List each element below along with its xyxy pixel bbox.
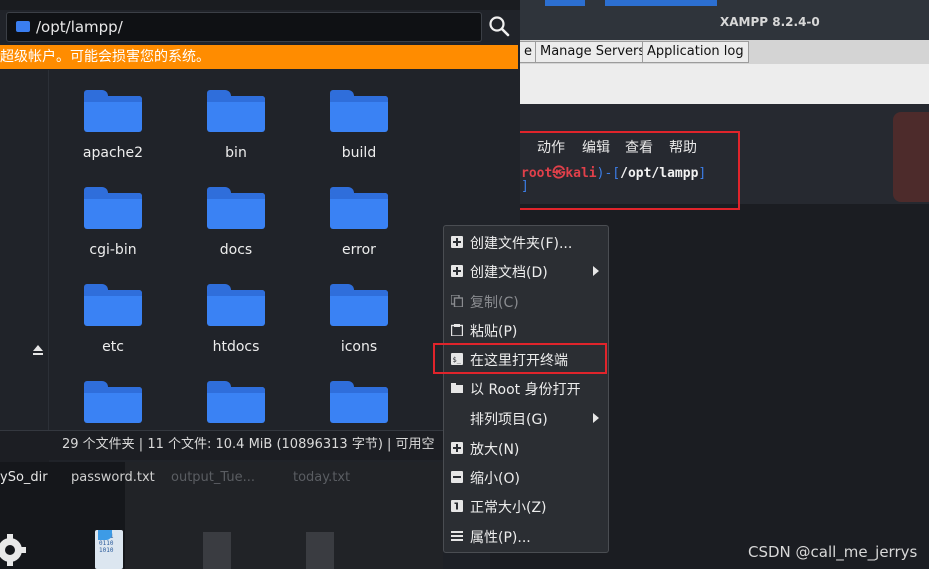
folder-icons[interactable]: icons — [309, 284, 409, 355]
properties-icon — [451, 531, 463, 541]
zoom-in-icon — [451, 442, 463, 454]
folder-bin[interactable]: bin — [186, 90, 286, 161]
folder-apache2[interactable]: apache2 — [63, 90, 163, 161]
menu-item-arrange-items[interactable]: 排列项目(G) — [443, 404, 609, 433]
folder-label: cgi-bin — [89, 242, 137, 258]
zoom-out-icon — [451, 471, 463, 483]
menu-item-label: 以 Root 身份打开 — [470, 382, 581, 398]
folder-item[interactable] — [186, 381, 286, 430]
folder-icon — [207, 381, 265, 423]
tab-application-log[interactable]: Application log — [642, 41, 749, 63]
folder-plus-icon — [451, 236, 463, 248]
menu-item-create-folder[interactable]: 创建文件夹(F)... — [443, 228, 609, 257]
folder-error[interactable]: error — [309, 187, 409, 258]
xampp-top-tab-a — [545, 0, 585, 6]
tab-manage-servers[interactable]: Manage Servers — [535, 41, 651, 63]
desktop-item-yso-dir[interactable]: ySo_dir — [0, 470, 48, 485]
document-icon[interactable] — [203, 532, 231, 569]
menu-item-zoom-out[interactable]: 缩小(O) — [443, 463, 609, 492]
folder-icon — [207, 284, 265, 326]
folder-label: error — [342, 242, 376, 258]
folder-label: docs — [219, 242, 253, 258]
desktop-item-today[interactable]: today.txt — [293, 470, 350, 485]
folder-htdocs[interactable]: htdocs — [186, 284, 286, 355]
folder-icon — [207, 90, 265, 132]
folder-icon — [330, 381, 388, 423]
gear-icon[interactable] — [0, 532, 28, 568]
search-icon[interactable] — [485, 12, 515, 42]
eject-icon[interactable] — [32, 344, 44, 356]
xampp-title: XAMPP 8.2.4-0 — [720, 15, 820, 29]
menu-item-label: 缩小(O) — [470, 471, 520, 487]
folder-label: etc — [102, 339, 124, 355]
folder-label: apache2 — [82, 145, 144, 161]
folder-icon — [451, 383, 463, 393]
menu-item-create-document[interactable]: 创建文档(D) — [443, 257, 609, 286]
folder-label: htdocs — [212, 339, 260, 355]
folder-icon — [330, 90, 388, 132]
menu-item-label: 放大(N) — [470, 442, 520, 458]
menu-item-copy[interactable]: 复制(C) — [443, 287, 609, 316]
submenu-arrow-icon — [593, 413, 599, 423]
folder-docs[interactable]: docs — [186, 187, 286, 258]
menu-item-label: 创建文件夹(F)... — [470, 236, 573, 252]
document-icon[interactable] — [306, 532, 334, 569]
document-plus-icon — [451, 265, 463, 277]
folder-label: bin — [225, 145, 247, 161]
watermark: CSDN @call_me_jerrys — [748, 543, 918, 561]
folder-icon — [84, 284, 142, 326]
folder-label: icons — [340, 339, 378, 355]
folder-item[interactable] — [63, 381, 163, 430]
sidebar-footer — [0, 430, 49, 462]
folder-icon — [84, 381, 142, 423]
menu-item-label: 排列项目(G) — [470, 412, 548, 428]
folder-build[interactable]: build — [309, 90, 409, 161]
menu-item-label: 正常大小(Z) — [470, 500, 547, 516]
menu-item-zoom-in[interactable]: 放大(N) — [443, 434, 609, 463]
folder-icon — [16, 21, 30, 32]
zoom-normal-icon — [451, 500, 463, 512]
root-warning-banner: 超级帐户。可能会损害您的系统。 — [0, 45, 518, 69]
folder-label: build — [341, 145, 377, 161]
desktop-item-password[interactable]: password.txt — [71, 470, 155, 485]
path-input[interactable]: /opt/lampp/ — [36, 18, 123, 36]
menu-item-label: 复制(C) — [470, 295, 519, 311]
highlight-box-terminal — [487, 131, 740, 210]
binary-file-badge — [98, 530, 112, 540]
folder-icon — [330, 284, 388, 326]
folder-icon — [330, 187, 388, 229]
menu-item-normal-size[interactable]: 正常大小(Z) — [443, 492, 609, 521]
menu-item-open-as-root[interactable]: 以 Root 身份打开 — [443, 374, 609, 403]
folder-etc[interactable]: etc — [63, 284, 163, 355]
copy-icon — [451, 295, 463, 307]
folder-icon — [207, 187, 265, 229]
folder-icon — [84, 90, 142, 132]
sidebar — [0, 70, 49, 430]
side-panel-decoration — [893, 112, 929, 202]
highlight-box-menu — [433, 343, 607, 374]
folder-cgi-bin[interactable]: cgi-bin — [63, 187, 163, 258]
menu-item-label: 属性(P)... — [470, 530, 531, 546]
menu-item-label: 粘贴(P) — [470, 324, 518, 340]
folder-item[interactable] — [309, 381, 409, 430]
xampp-content — [520, 64, 929, 104]
folder-icon — [84, 187, 142, 229]
desktop-item-output[interactable]: output_Tue... — [171, 470, 255, 485]
file-manager-menubar — [0, 0, 520, 10]
paste-icon — [451, 324, 463, 336]
xampp-top-tab-b — [605, 0, 717, 6]
menu-item-paste[interactable]: 粘贴(P) — [443, 316, 609, 345]
submenu-arrow-icon — [593, 266, 599, 276]
menu-item-label: 创建文档(D) — [470, 265, 548, 281]
menu-item-properties[interactable]: 属性(P)... — [443, 522, 609, 551]
